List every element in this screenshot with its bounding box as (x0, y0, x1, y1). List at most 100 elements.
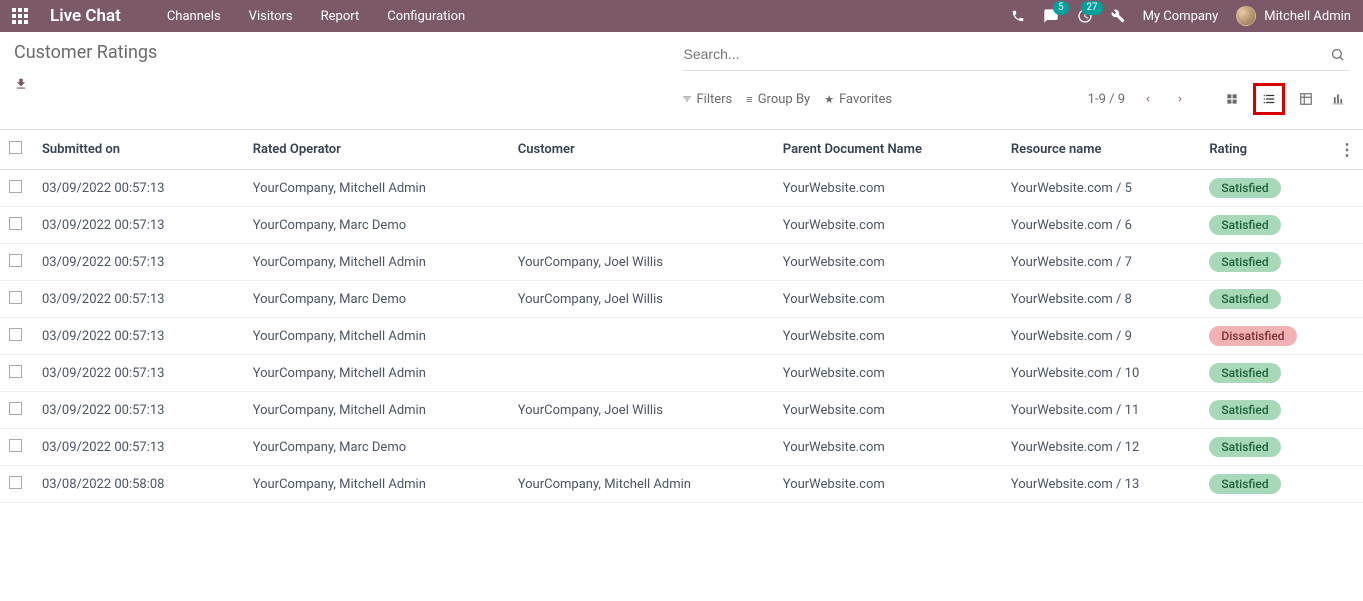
col-submitted[interactable]: Submitted on (32, 130, 245, 170)
graph-view-icon[interactable] (1327, 88, 1349, 110)
cell-submitted: 03/09/2022 00:57:13 (32, 207, 245, 244)
cell-resource: YourWebsite.com / 13 (1003, 466, 1202, 503)
cell-parent: YourWebsite.com (775, 318, 1003, 355)
table-row[interactable]: 03/09/2022 00:57:13YourCompany, Mitchell… (0, 392, 1363, 429)
table-row[interactable]: 03/09/2022 00:57:13YourCompany, Marc Dem… (0, 281, 1363, 318)
cell-customer (510, 170, 775, 207)
cell-submitted: 03/09/2022 00:57:13 (32, 170, 245, 207)
cell-resource: YourWebsite.com / 9 (1003, 318, 1202, 355)
cell-parent: YourWebsite.com (775, 466, 1003, 503)
app-brand[interactable]: Live Chat (50, 6, 121, 26)
cell-resource: YourWebsite.com / 10 (1003, 355, 1202, 392)
cell-parent: YourWebsite.com (775, 281, 1003, 318)
nav-visitors[interactable]: Visitors (249, 9, 293, 24)
apps-icon[interactable] (12, 8, 28, 24)
col-resource[interactable]: Resource name (1003, 130, 1202, 170)
pager-prev[interactable] (1139, 93, 1157, 105)
avatar (1236, 6, 1256, 26)
table-row[interactable]: 03/09/2022 00:57:13YourCompany, Marc Dem… (0, 207, 1363, 244)
cell-resource: YourWebsite.com / 6 (1003, 207, 1202, 244)
select-all-checkbox[interactable] (9, 141, 22, 154)
cell-operator: YourCompany, Marc Demo (245, 429, 510, 466)
col-rating[interactable]: Rating (1201, 130, 1331, 170)
pager-range[interactable]: 1-9 / 9 (1088, 92, 1125, 107)
pager: 1-9 / 9 (1088, 92, 1189, 107)
cell-submitted: 03/09/2022 00:57:13 (32, 355, 245, 392)
cell-parent: YourWebsite.com (775, 207, 1003, 244)
table-row[interactable]: 03/09/2022 00:57:13YourCompany, Marc Dem… (0, 429, 1363, 466)
search-input[interactable] (682, 42, 1327, 66)
row-checkbox[interactable] (9, 291, 22, 304)
row-checkbox[interactable] (9, 217, 22, 230)
search-icon[interactable] (1326, 43, 1349, 66)
col-operator[interactable]: Rated Operator (245, 130, 510, 170)
rating-pill: Satisfied (1209, 178, 1280, 198)
cell-resource: YourWebsite.com / 7 (1003, 244, 1202, 281)
favorites-label: Favorites (839, 92, 892, 107)
cell-parent: YourWebsite.com (775, 392, 1003, 429)
row-checkbox[interactable] (9, 402, 22, 415)
row-checkbox[interactable] (9, 180, 22, 193)
cell-submitted: 03/09/2022 00:57:13 (32, 281, 245, 318)
cell-submitted: 03/08/2022 00:58:08 (32, 466, 245, 503)
table-row[interactable]: 03/09/2022 00:57:13YourCompany, Mitchell… (0, 244, 1363, 281)
list-view-highlight (1253, 83, 1285, 115)
export-icon[interactable] (14, 77, 28, 91)
cell-customer: YourCompany, Joel Willis (510, 244, 775, 281)
view-switcher (1221, 83, 1349, 115)
row-checkbox[interactable] (9, 365, 22, 378)
user-menu[interactable]: Mitchell Admin (1236, 6, 1351, 26)
messages-icon[interactable]: 5 (1043, 8, 1059, 24)
list-view-icon[interactable] (1258, 88, 1280, 110)
table-row[interactable]: 03/09/2022 00:57:13YourCompany, Mitchell… (0, 355, 1363, 392)
pager-next[interactable] (1171, 93, 1189, 105)
cell-operator: YourCompany, Mitchell Admin (245, 355, 510, 392)
cell-resource: YourWebsite.com / 5 (1003, 170, 1202, 207)
cell-customer: YourCompany, Joel Willis (510, 392, 775, 429)
nav-configuration[interactable]: Configuration (387, 9, 465, 24)
cell-parent: YourWebsite.com (775, 355, 1003, 392)
company-name[interactable]: My Company (1143, 9, 1219, 24)
messages-badge: 5 (1053, 1, 1069, 15)
table-row[interactable]: 03/08/2022 00:58:08 YourCompany, Mitchell… (0, 466, 1363, 503)
filters-button[interactable]: Filters (682, 92, 733, 107)
column-options-icon[interactable]: ⋮ (1339, 140, 1355, 159)
filters-label: Filters (697, 92, 733, 107)
nav-menu: Channels Visitors Report Configuration (167, 9, 465, 24)
table-row[interactable]: 03/09/2022 00:57:13YourCompany, Mitchell… (0, 170, 1363, 207)
row-checkbox[interactable] (9, 439, 22, 452)
favorites-button[interactable]: ★ Favorites (824, 92, 892, 107)
col-customer[interactable]: Customer (510, 130, 775, 170)
row-checkbox[interactable] (9, 328, 22, 341)
phone-icon[interactable] (1011, 9, 1025, 23)
row-checkbox[interactable] (9, 254, 22, 267)
debug-icon[interactable] (1111, 9, 1125, 23)
pivot-view-icon[interactable] (1295, 88, 1317, 110)
cell-parent: YourWebsite.com (775, 429, 1003, 466)
cell-resource: YourWebsite.com / 11 (1003, 392, 1202, 429)
cell-operator: YourCompany, Marc Demo (245, 281, 510, 318)
cell-customer (510, 429, 775, 466)
cell-customer: YourCompany, Mitchell Admin (510, 466, 775, 503)
cell-submitted: 03/09/2022 00:57:13 (32, 244, 245, 281)
cell-operator: YourCompany, Marc Demo (245, 207, 510, 244)
table-row[interactable]: 03/09/2022 00:57:13YourCompany, Mitchell… (0, 318, 1363, 355)
cell-resource: YourWebsite.com / 8 (1003, 281, 1202, 318)
kanban-view-icon[interactable] (1221, 88, 1243, 110)
cell-operator: YourCompany, Mitchell Admin (245, 318, 510, 355)
nav-channels[interactable]: Channels (167, 9, 221, 24)
rating-pill: Satisfied (1209, 215, 1280, 235)
rating-pill: Satisfied (1209, 474, 1280, 494)
row-checkbox[interactable] (9, 476, 22, 489)
rating-pill: Satisfied (1209, 437, 1280, 457)
activity-icon[interactable]: 27 (1077, 8, 1093, 24)
control-panel: Customer Ratings Filters ≡ Group By ★ Fa… (0, 32, 1363, 115)
cell-parent: YourWebsite.com (775, 170, 1003, 207)
cell-operator: YourCompany, Mitchell Admin (245, 170, 510, 207)
cell-operator: YourCompany, Mitchell Admin (245, 392, 510, 429)
col-parent[interactable]: Parent Document Name (775, 130, 1003, 170)
groupby-button[interactable]: ≡ Group By (746, 92, 810, 107)
cell-customer (510, 318, 775, 355)
cell-customer (510, 207, 775, 244)
nav-report[interactable]: Report (321, 9, 360, 24)
